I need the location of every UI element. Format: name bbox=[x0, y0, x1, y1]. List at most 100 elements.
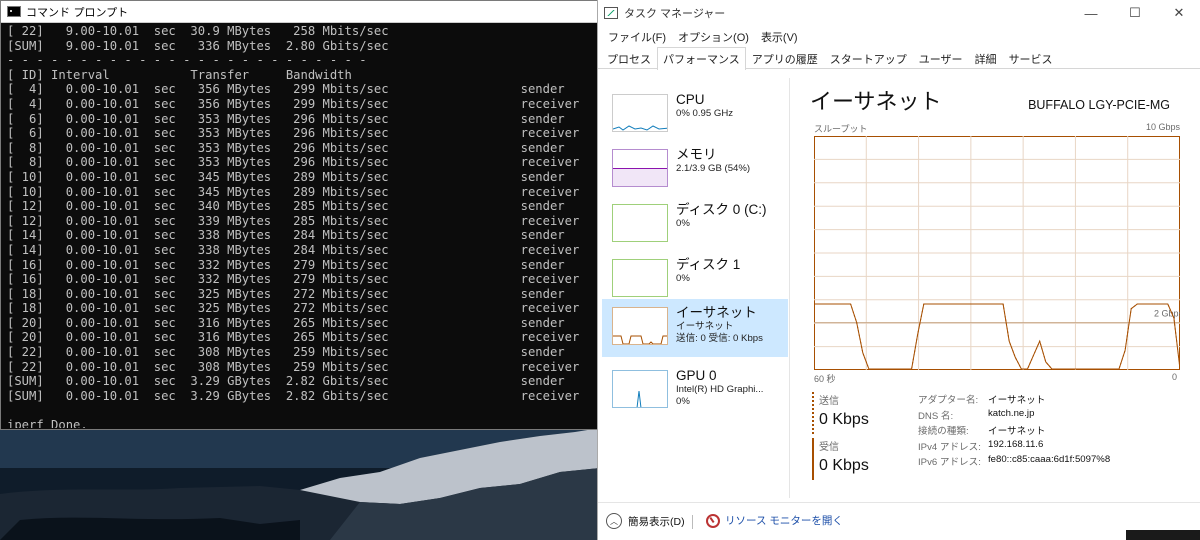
taskbar-fragment bbox=[1126, 530, 1200, 540]
fewer-details-label: 簡易表示(D) bbox=[628, 515, 685, 528]
recv-label: 受信 bbox=[819, 442, 839, 453]
sidebar-item-memory[interactable]: メモリ 2.1/3.9 GB (54%) bbox=[604, 141, 788, 197]
cmd-output-line: [ 12] 0.00-10.01 sec 339 MBytes 285 Mbit… bbox=[7, 213, 580, 228]
cmd-output-line: [ 14] 0.00-10.01 sec 338 MBytes 284 Mbit… bbox=[7, 228, 565, 243]
menu-options[interactable]: オプション(O) bbox=[672, 26, 755, 46]
cmd-output-line: [SUM] 9.00-10.01 sec 336 MBytes 2.80 Gbi… bbox=[7, 38, 389, 53]
tm-title-bar[interactable]: タスク マネージャー — ☐ ✕ bbox=[598, 0, 1200, 26]
sidebar-item-disk0[interactable]: ディスク 0 (C:) 0% bbox=[604, 196, 788, 252]
menu-view[interactable]: 表示(V) bbox=[755, 26, 804, 46]
ethernet-detail-panel: イーサネット BUFFALO LGY-PCIE-MG スループット 10 Gbp… bbox=[810, 80, 1198, 500]
cmd-output-line: [ 22] 0.00-10.01 sec 308 MBytes 259 Mbit… bbox=[7, 345, 565, 360]
prop-key: IPv6 アドレス: bbox=[918, 457, 981, 468]
cmd-output[interactable]: [ 22] 9.00-10.01 sec 30.9 MBytes 258 Mbi… bbox=[7, 24, 595, 428]
x-right-label: 0 bbox=[1172, 372, 1178, 382]
prop-value: katch.ne.jp bbox=[988, 407, 1035, 419]
sidebar-item-cpu[interactable]: CPU 0% 0.95 GHz bbox=[604, 86, 788, 142]
cmd-output-line: [ 8] 0.00-10.01 sec 353 MBytes 296 Mbits… bbox=[7, 155, 580, 170]
cmd-output-line: [ 10] 0.00-10.01 sec 345 MBytes 289 Mbit… bbox=[7, 169, 565, 184]
y-mid-label: 2 Gbps bbox=[1154, 309, 1180, 319]
tm-footer: ︿ 簡易表示(D) リソース モニターを開く bbox=[598, 502, 1200, 540]
throughput-chart: 2 Gbps bbox=[814, 136, 1184, 370]
ethernet-thumbnail bbox=[612, 307, 668, 345]
cmd-output-line: [ 18] 0.00-10.01 sec 325 MBytes 272 Mbit… bbox=[7, 286, 565, 301]
resource-monitor-link[interactable]: リソース モニターを開く bbox=[706, 513, 843, 528]
cmd-output-line: - - - - - - - - - - - - - - - - - - - - … bbox=[7, 53, 367, 68]
send-color-bar bbox=[812, 392, 814, 434]
cpu-thumbnail bbox=[612, 94, 668, 132]
sidebar-value-disk0: 0% bbox=[676, 218, 690, 229]
tab-users[interactable]: ユーザー bbox=[913, 47, 969, 69]
prop-value: 192.168.11.6 bbox=[988, 438, 1044, 450]
send-value: 0 Kbps bbox=[819, 411, 869, 428]
cmd-output-line: [ 4] 0.00-10.01 sec 356 MBytes 299 Mbits… bbox=[7, 96, 580, 111]
minimize-button[interactable]: — bbox=[1069, 0, 1113, 26]
cmd-output-line: [ 6] 0.00-10.01 sec 353 MBytes 296 Mbits… bbox=[7, 111, 565, 126]
memory-thumbnail bbox=[612, 149, 668, 187]
sidebar-item-gpu[interactable]: GPU 0 Intel(R) HD Graphi... 0% bbox=[604, 362, 788, 418]
cmd-output-line: [SUM] 0.00-10.01 sec 3.29 GBytes 2.82 Gb… bbox=[7, 374, 565, 389]
sidebar-label-disk1: ディスク 1 bbox=[676, 257, 741, 272]
prop-key: DNS 名: bbox=[918, 410, 954, 422]
gpu-thumbnail bbox=[612, 370, 668, 408]
sidebar-label-ethernet: イーサネット bbox=[676, 305, 757, 320]
prop-key: 接続の種類: bbox=[918, 426, 969, 437]
tab-services[interactable]: サービス bbox=[1003, 47, 1059, 69]
recv-value: 0 Kbps bbox=[819, 457, 869, 474]
cmd-output-line: [ 22] 0.00-10.01 sec 308 MBytes 259 Mbit… bbox=[7, 359, 580, 374]
tab-performance[interactable]: パフォーマンス bbox=[657, 47, 746, 70]
prop-key: IPv4 アドレス: bbox=[918, 441, 981, 453]
maximize-button[interactable]: ☐ bbox=[1113, 0, 1157, 26]
menu-file[interactable]: ファイル(F) bbox=[602, 26, 672, 46]
tm-title: タスク マネージャー bbox=[624, 8, 726, 20]
desktop: コマンド プロンプト [ 22] 9.00-10.01 sec 30.9 MBy… bbox=[0, 0, 1200, 540]
cmd-output-line: [ 12] 0.00-10.01 sec 340 MBytes 285 Mbit… bbox=[7, 199, 565, 214]
prop-row: IPv4 アドレス: 192.168.11.6 bbox=[918, 439, 1110, 455]
chevron-up-icon: ︿ bbox=[606, 513, 622, 529]
tab-details[interactable]: 詳細 bbox=[969, 47, 1003, 69]
sidebar-value-disk1: 0% bbox=[676, 273, 690, 284]
prop-row: アダプター名: イーサネット bbox=[918, 392, 1110, 408]
adapter-name: BUFFALO LGY-PCIE-MG bbox=[1028, 98, 1170, 112]
cmd-output-line: [ 8] 0.00-10.01 sec 353 MBytes 296 Mbits… bbox=[7, 140, 565, 155]
disk0-thumbnail bbox=[612, 204, 668, 242]
tab-startup[interactable]: スタートアップ bbox=[824, 47, 913, 69]
prop-row: DNS 名: katch.ne.jp bbox=[918, 408, 1110, 424]
cmd-output-line: [ 16] 0.00-10.01 sec 332 MBytes 279 Mbit… bbox=[7, 272, 580, 287]
throughput-graph: 2 Gbps bbox=[814, 136, 1184, 370]
cmd-output-line: [SUM] 0.00-10.01 sec 3.29 GBytes 2.82 Gb… bbox=[7, 388, 580, 403]
cmd-output-line: [ 14] 0.00-10.01 sec 338 MBytes 284 Mbit… bbox=[7, 242, 580, 257]
prop-row: 接続の種類: イーサネット bbox=[918, 423, 1110, 439]
sidebar-label-disk0: ディスク 0 (C:) bbox=[676, 202, 767, 217]
terminal-icon bbox=[7, 6, 21, 17]
prop-key: アダプター名: bbox=[918, 395, 979, 406]
sidebar-label-cpu: CPU bbox=[676, 92, 705, 107]
cmd-output-line: [ 18] 0.00-10.01 sec 325 MBytes 272 Mbit… bbox=[7, 301, 580, 316]
recv-color-bar bbox=[812, 438, 814, 480]
cmd-output-line: [ 16] 0.00-10.01 sec 332 MBytes 279 Mbit… bbox=[7, 257, 565, 272]
sidebar-label-gpu: GPU 0 bbox=[676, 368, 717, 383]
task-manager-window[interactable]: タスク マネージャー — ☐ ✕ ファイル(F) オプション(O) 表示(V) … bbox=[597, 0, 1200, 540]
resource-monitor-icon bbox=[706, 513, 720, 528]
rate-stats: 送信 0 Kbps 受信 0 Kbps bbox=[810, 392, 900, 484]
fewer-details-button[interactable]: ︿ 簡易表示(D) bbox=[606, 513, 685, 529]
resource-monitor-label: リソース モニターを開く bbox=[725, 515, 843, 527]
tab-app-history[interactable]: アプリの履歴 bbox=[746, 47, 824, 69]
prop-value: fe80::c85:caaa:6d1f:5097%8 bbox=[988, 454, 1111, 465]
command-prompt-window[interactable]: コマンド プロンプト [ 22] 9.00-10.01 sec 30.9 MBy… bbox=[0, 0, 598, 430]
prop-row: IPv6 アドレス: fe80::c85:caaa:6d1f:5097%8 bbox=[918, 454, 1110, 470]
recv-stat: 受信 0 Kbps bbox=[812, 438, 869, 480]
sidebar-value-gpu: 0% bbox=[676, 396, 690, 407]
sidebar-item-ethernet[interactable]: イーサネット イーサネット 送信: 0 受信: 0 Kbps bbox=[602, 299, 788, 357]
tab-bar: プロセス パフォーマンス アプリの履歴 スタートアップ ユーザー 詳細 サービス bbox=[598, 47, 1200, 70]
close-button[interactable]: ✕ bbox=[1157, 0, 1200, 26]
menu-bar: ファイル(F) オプション(O) 表示(V) bbox=[602, 26, 804, 46]
cmd-output-line bbox=[7, 403, 595, 418]
sidebar-value-ethernet-name: イーサネット bbox=[676, 321, 734, 332]
adapter-properties: アダプター名: イーサネット DNS 名: katch.ne.jp 接続の種類:… bbox=[918, 392, 1110, 470]
cmd-output-line: [ 20] 0.00-10.01 sec 316 MBytes 265 Mbit… bbox=[7, 330, 580, 345]
cmd-title-bar[interactable]: コマンド プロンプト bbox=[1, 1, 597, 23]
cmd-output-line: [ 22] 9.00-10.01 sec 30.9 MBytes 258 Mbi… bbox=[7, 24, 389, 38]
tab-processes[interactable]: プロセス bbox=[601, 47, 657, 69]
disk1-thumbnail bbox=[612, 259, 668, 297]
